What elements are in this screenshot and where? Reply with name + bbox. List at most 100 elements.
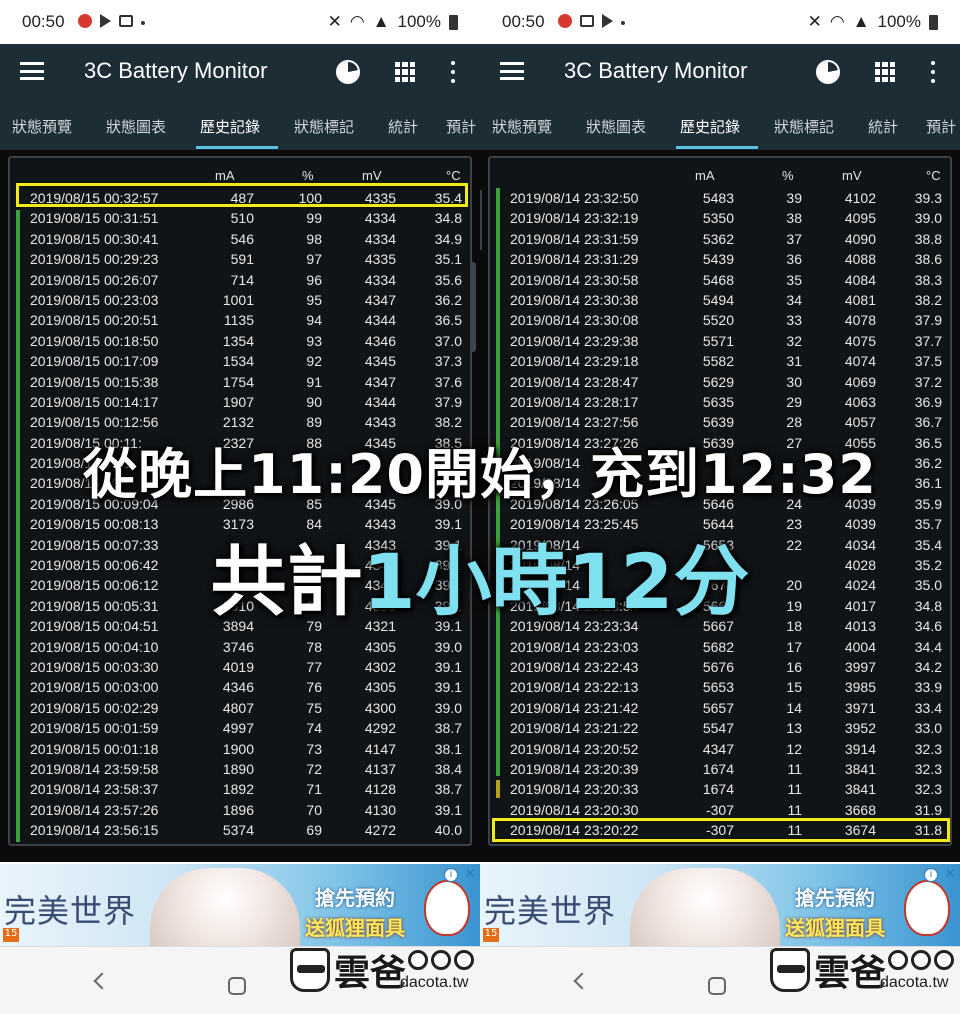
tab-statistics[interactable]: 統計: [388, 116, 418, 137]
tab-status-chart[interactable]: 狀態圖表: [586, 116, 646, 137]
table-row[interactable]: 2019/08/14 23:30:58 5468 35 4084 38.3: [490, 270, 950, 290]
mute-icon: ✕: [807, 12, 822, 31]
table-row[interactable]: 2019/08/14 23:30:08 5520 33 4078 37.9: [490, 310, 950, 330]
table-row[interactable]: 2019/08/14 23:28:17 5635 29 4063 36.9: [490, 392, 950, 412]
tab-history[interactable]: 歷史記錄: [680, 116, 740, 137]
table-row[interactable]: 2019/08/15 00:01:59 4997 74 4292 38.7: [10, 718, 470, 738]
table-row[interactable]: 2019/08/15 00:01:18 1900 73 4147 38.1: [10, 739, 470, 759]
overflow-menu-icon[interactable]: [450, 61, 456, 83]
grid-icon[interactable]: [395, 62, 415, 82]
scrollbar-thumb[interactable]: [470, 262, 476, 352]
table-row[interactable]: 2019/08/15 00:03:00 4346 76 4305 39.1: [10, 677, 470, 697]
table-row[interactable]: 2019/08/14 23:20:39 1674 11 3841 32.3: [490, 759, 950, 779]
table-row[interactable]: 2019/08/14 23:32:50 5483 39 4102 39.3: [490, 188, 950, 208]
table-row[interactable]: 2019/08/14 23:31:59 5362 37 4090 38.8: [490, 229, 950, 249]
table-row[interactable]: 2019/08/14 23:21:42 5657 14 3971 33.4: [490, 698, 950, 718]
cell-datetime: 2019/08/15 00:03:30: [30, 658, 159, 675]
table-row[interactable]: 2019/08/14 23:20:33 1674 11 3841 32.3: [490, 779, 950, 799]
home-icon[interactable]: [708, 977, 726, 995]
pie-chart-icon[interactable]: [336, 60, 360, 84]
table-row[interactable]: 2019/08/14 23:22:43 5676 16 3997 34.2: [490, 657, 950, 677]
cell-mv: 4272: [364, 822, 396, 839]
table-row[interactable]: 2019/08/15 00:30:41 546 98 4334 34.9: [10, 229, 470, 249]
table-row[interactable]: 2019/08/15 00:02:29 4807 75 4300 39.0: [10, 698, 470, 718]
table-row[interactable]: 2019/08/15 00:15:38 1754 91 4347 37.6: [10, 372, 470, 392]
ad-info-icon[interactable]: i: [924, 868, 938, 882]
status-bar: 00:50 ✕ ◠ ▲ 100%: [480, 0, 960, 44]
table-row[interactable]: 2019/08/15 00:03:30 4019 77 4302 39.1: [10, 657, 470, 677]
cell-datetime: 2019/08/15 00:04:10: [30, 638, 159, 655]
table-row[interactable]: 2019/08/14 23:57:26 1896 70 4130 39.1: [10, 800, 470, 820]
table-row[interactable]: 2019/08/14 23:30:38 5494 34 4081 38.2: [490, 290, 950, 310]
tab-status-preview[interactable]: 狀態預覽: [12, 116, 72, 137]
back-icon[interactable]: [573, 972, 591, 990]
caption-line-2: 共計1小時12分: [0, 520, 960, 630]
table-row[interactable]: 2019/08/15 00:29:23 591 97 4335 35.1: [10, 249, 470, 269]
wifi-icon: ◠: [829, 12, 845, 31]
tab-estimate[interactable]: 預計: [446, 116, 476, 137]
cell-mv: 4345: [364, 353, 396, 370]
home-icon[interactable]: [228, 977, 246, 995]
tab-estimate[interactable]: 預計: [926, 116, 956, 137]
table-row[interactable]: 2019/08/15 00:20:51 1135 94 4344 36.5: [10, 310, 470, 330]
cell-percent: 31: [786, 353, 802, 370]
table-row[interactable]: 2019/08/14 23:56:15 5374 69 4272 40.0: [10, 820, 470, 840]
table-row[interactable]: 2019/08/14 23:58:37 1892 71 4128 38.7: [10, 779, 470, 799]
cell-ma: -307: [705, 801, 734, 818]
table-row[interactable]: 2019/08/14 23:23:03 5682 17 4004 34.4: [490, 637, 950, 657]
cell-percent: 92: [306, 353, 322, 370]
table-row[interactable]: 2019/08/15 00:31:51 510 99 4334 34.8: [10, 208, 470, 228]
cell-percent: 74: [306, 720, 322, 737]
ad-banner[interactable]: 完美世界 15 搶先預約 送狐狸面具 i ✕: [480, 864, 960, 946]
table-row[interactable]: 2019/08/14 23:31:29 5439 36 4088 38.6: [490, 249, 950, 269]
active-tab-indicator: [676, 146, 758, 149]
cell-ma: 5682: [702, 638, 734, 655]
tab-status-marks[interactable]: 狀態標記: [294, 116, 354, 137]
table-row[interactable]: 2019/08/14 23:32:19 5350 38 4095 39.0: [490, 208, 950, 228]
table-row[interactable]: 2019/08/14 23:22:13 5653 15 3985 33.9: [490, 677, 950, 697]
ad-close-icon[interactable]: ✕: [464, 866, 476, 882]
table-row[interactable]: 2019/08/14 23:59:58 1890 72 4137 38.4: [10, 759, 470, 779]
tab-status-preview[interactable]: 狀態預覽: [492, 116, 552, 137]
tab-statistics[interactable]: 統計: [868, 116, 898, 137]
table-row[interactable]: 2019/08/15 00:18:50 1354 93 4346 37.0: [10, 331, 470, 351]
table-row[interactable]: 2019/08/14 23:21:22 5547 13 3952 33.0: [490, 718, 950, 738]
scrollbar-thumb[interactable]: [480, 190, 482, 250]
watermark-brand: 雲爸: [814, 952, 887, 994]
ad-info-icon[interactable]: i: [444, 868, 458, 882]
cell-datetime: 2019/08/14 23:57:26: [30, 801, 159, 818]
cell-datetime: 2019/08/14 23:30:08: [510, 312, 639, 329]
cell-datetime: 2019/08/14 23:20:39: [510, 760, 639, 777]
cell-datetime: 2019/08/15 00:17:09: [30, 353, 159, 370]
table-row[interactable]: 2019/08/15 00:23:03 1001 95 4347 36.2: [10, 290, 470, 310]
tab-status-chart[interactable]: 狀態圖表: [106, 116, 166, 137]
overflow-menu-icon[interactable]: [930, 61, 936, 83]
table-row[interactable]: 2019/08/15 00:26:07 714 96 4334 35.6: [10, 270, 470, 290]
highlight-box-end: [16, 183, 468, 207]
ad-banner[interactable]: 完美世界 15 搶先預約 送狐狸面具 i ✕: [0, 864, 480, 946]
table-row[interactable]: 2019/08/14 23:20:52 4347 12 3914 32.3: [490, 739, 950, 759]
ad-close-icon[interactable]: ✕: [944, 866, 956, 882]
menu-icon[interactable]: [20, 62, 44, 80]
header-percent: %: [302, 168, 314, 183]
cell-mv: 4344: [364, 393, 396, 410]
tab-status-marks[interactable]: 狀態標記: [774, 116, 834, 137]
table-row[interactable]: 2019/08/14 23:29:18 5582 31 4074 37.5: [490, 351, 950, 371]
cell-ma: 1892: [222, 781, 254, 798]
table-row[interactable]: 2019/08/15 00:17:09 1534 92 4345 37.3: [10, 351, 470, 371]
table-row[interactable]: 2019/08/15 00:14:17 1907 90 4344 37.9: [10, 392, 470, 412]
back-icon[interactable]: [93, 972, 111, 990]
cell-temp: 38.7: [434, 720, 462, 737]
tab-history[interactable]: 歷史記錄: [200, 116, 260, 137]
table-row[interactable]: 2019/08/15 00:04:10 3746 78 4305 39.0: [10, 637, 470, 657]
more-notifications-icon: [141, 21, 145, 25]
watermark-domain: dacota.tw: [400, 974, 469, 991]
cell-percent: 75: [306, 699, 322, 716]
pie-chart-icon[interactable]: [816, 60, 840, 84]
grid-icon[interactable]: [875, 62, 895, 82]
table-row[interactable]: 2019/08/14 23:29:38 5571 32 4075 37.7: [490, 331, 950, 351]
play-store-icon: [100, 14, 111, 28]
cell-datetime: 2019/08/14 23:22:43: [510, 658, 639, 675]
menu-icon[interactable]: [500, 62, 524, 80]
table-row[interactable]: 2019/08/14 23:28:47 5629 30 4069 37.2: [490, 372, 950, 392]
